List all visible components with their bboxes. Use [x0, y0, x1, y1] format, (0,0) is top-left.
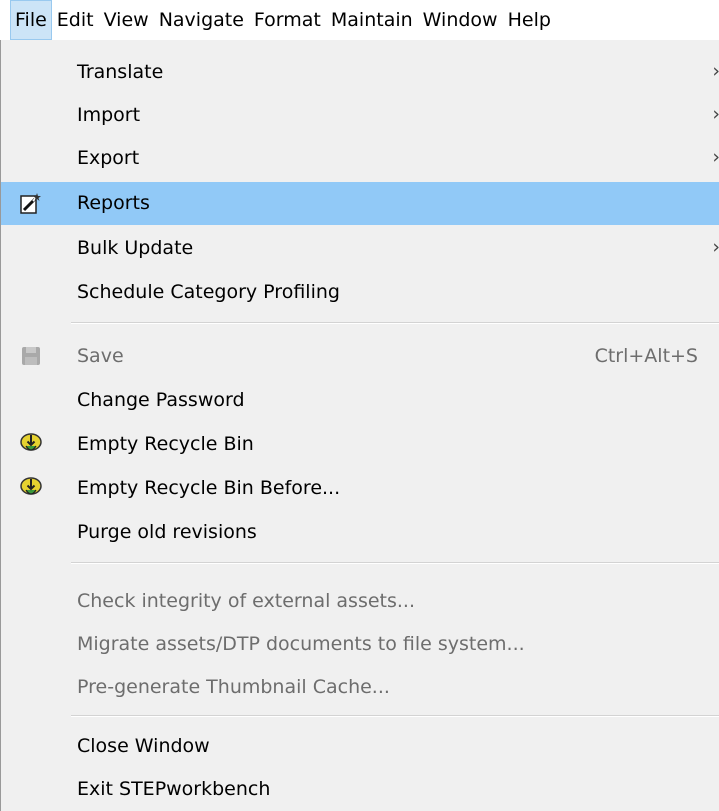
submenu-arrow-icon: › [712, 51, 719, 94]
menu-item-schedule-category-profiling[interactable]: Schedule Category Profiling [1, 271, 719, 314]
menu-maintain[interactable]: Maintain [326, 0, 418, 40]
floppy-disk-icon [19, 344, 43, 368]
keyboard-shortcut: Ctrl+Alt+S [594, 345, 698, 367]
file-menu-dropdown: Translate › Import › Export › Reports Bu… [0, 40, 719, 811]
menu-item-label: Translate [77, 61, 164, 83]
submenu-arrow-icon: › [712, 94, 719, 137]
menu-window[interactable]: Window [418, 0, 503, 40]
menu-item-pregenerate-thumbnail-cache: Pre-generate Thumbnail Cache... [1, 666, 719, 709]
menu-item-reports[interactable]: Reports [1, 182, 719, 225]
menu-item-label: Empty Recycle Bin [77, 433, 254, 455]
menu-item-label: Close Window [77, 735, 210, 757]
menu-item-empty-recycle-bin-before[interactable]: Empty Recycle Bin Before... [1, 467, 719, 510]
menu-item-label: Save [77, 345, 124, 367]
menu-item-exit[interactable]: Exit STEPworkbench [1, 768, 719, 811]
report-wizard-icon [19, 191, 43, 215]
menu-separator [71, 715, 719, 717]
menu-separator [71, 322, 719, 324]
menu-item-label: Import [77, 104, 141, 126]
recycle-bin-icon [19, 476, 43, 500]
menu-item-label: Change Password [77, 389, 245, 411]
menu-item-migrate-assets: Migrate assets/DTP documents to file sys… [1, 623, 719, 666]
submenu-arrow-icon: › [712, 227, 719, 270]
menu-item-empty-recycle-bin[interactable]: Empty Recycle Bin [1, 423, 719, 466]
menu-item-label: Schedule Category Profiling [77, 281, 340, 303]
menu-navigate[interactable]: Navigate [154, 0, 249, 40]
recycle-bin-icon [19, 432, 43, 456]
menu-edit[interactable]: Edit [52, 0, 99, 40]
menu-view[interactable]: View [99, 0, 154, 40]
menu-item-import[interactable]: Import › [1, 94, 719, 137]
menu-item-save: Save Ctrl+Alt+S [1, 335, 719, 378]
menu-item-close-window[interactable]: Close Window [1, 725, 719, 768]
menu-file[interactable]: File [10, 0, 52, 40]
menu-item-label: Empty Recycle Bin Before... [77, 477, 341, 499]
menu-item-label: Check integrity of external assets... [77, 590, 416, 612]
menu-item-label: Reports [77, 192, 150, 214]
menu-item-bulk-update[interactable]: Bulk Update › [1, 227, 719, 270]
menu-separator [71, 562, 719, 564]
menu-item-translate[interactable]: Translate › [1, 51, 719, 94]
menu-item-change-password[interactable]: Change Password [1, 379, 719, 422]
submenu-arrow-icon: › [712, 137, 719, 180]
menu-item-label: Bulk Update [77, 237, 194, 259]
menu-bar: File Edit View Navigate Format Maintain … [0, 0, 719, 40]
menu-item-export[interactable]: Export › [1, 137, 719, 180]
menu-item-label: Pre-generate Thumbnail Cache... [77, 676, 390, 698]
menu-format[interactable]: Format [249, 0, 326, 40]
menu-help[interactable]: Help [503, 0, 556, 40]
menu-item-label: Purge old revisions [77, 521, 257, 543]
menu-item-purge-old-revisions[interactable]: Purge old revisions [1, 511, 719, 554]
menu-item-label: Migrate assets/DTP documents to file sys… [77, 633, 525, 655]
menu-item-label: Export [77, 147, 140, 169]
menu-item-check-integrity: Check integrity of external assets... [1, 580, 719, 623]
menu-item-label: Exit STEPworkbench [77, 778, 271, 800]
